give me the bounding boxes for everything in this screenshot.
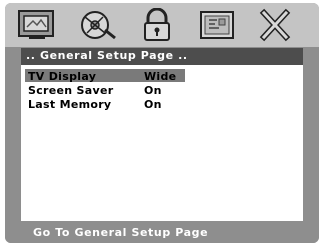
lock-icon[interactable] [135, 7, 179, 43]
settings-panel: TV Display Wide Screen Saver On Last Mem… [21, 65, 303, 221]
page-title-bar: .. General Setup Page .. [21, 48, 303, 65]
menu-item-label: Last Memory [28, 98, 112, 111]
menu-item-value: On [144, 98, 162, 111]
status-text: Go To General Setup Page [33, 226, 209, 239]
tv-icon[interactable] [15, 7, 59, 43]
settings-panel-icon[interactable] [195, 7, 239, 43]
icon-bar [5, 3, 319, 47]
disc-icon[interactable] [75, 7, 119, 43]
page-title: .. General Setup Page .. [26, 49, 188, 62]
menu-item-label: TV Display [28, 70, 97, 83]
menu-item-label: Screen Saver [28, 84, 114, 97]
menu-item-value: Wide [144, 70, 177, 83]
close-icon[interactable] [253, 7, 297, 43]
osd-screen: .. General Setup Page .. TV Display Wide… [5, 3, 319, 243]
menu-item-value: On [144, 84, 162, 97]
status-bar: Go To General Setup Page [5, 225, 319, 243]
